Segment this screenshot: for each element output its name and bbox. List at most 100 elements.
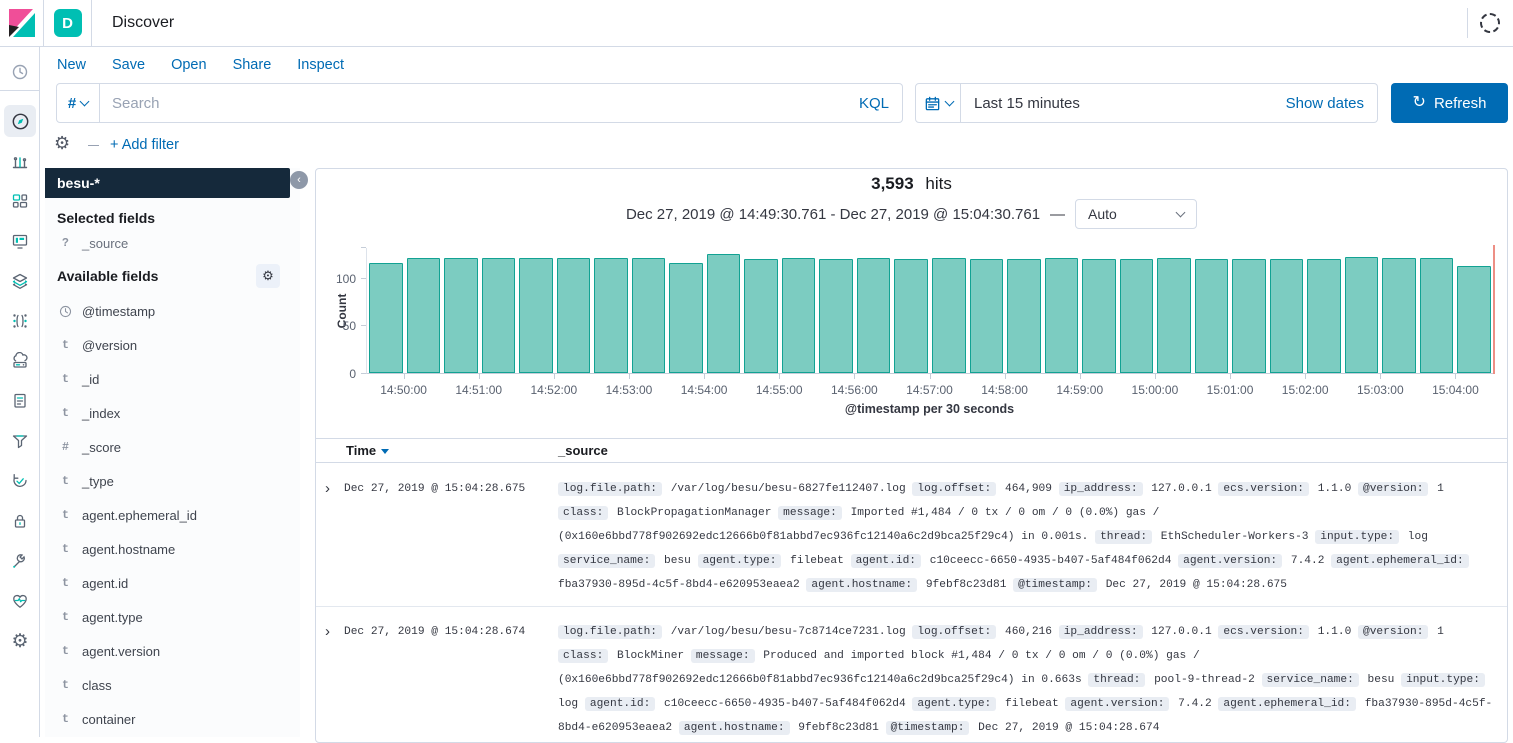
add-filter-button[interactable]: + Add filter <box>110 137 179 153</box>
field-item-container[interactable]: tcontainer <box>45 702 300 736</box>
kibana-logo[interactable] <box>0 0 44 46</box>
nav-devtools-icon[interactable] <box>0 545 40 577</box>
histogram-bar[interactable] <box>1118 248 1156 373</box>
histogram-bar[interactable] <box>1043 248 1081 373</box>
expand-row-icon[interactable]: › <box>325 477 344 597</box>
field-item-_type[interactable]: t_type <box>45 464 300 498</box>
menu-save[interactable]: Save <box>112 57 145 73</box>
field-item-_score[interactable]: #_score <box>45 430 300 464</box>
field-type-icon: # <box>58 441 73 454</box>
histogram-bar[interactable] <box>742 248 780 373</box>
collapse-sidebar-button[interactable]: ‹ <box>290 171 308 189</box>
x-tick-mark <box>629 374 630 379</box>
histogram-bar[interactable] <box>1268 248 1306 373</box>
histogram-bar[interactable] <box>1230 248 1268 373</box>
histogram-bar[interactable] <box>817 248 855 373</box>
field-item-agent.ephemeral_id[interactable]: tagent.ephemeral_id <box>45 498 300 532</box>
histogram-bar[interactable] <box>1380 248 1418 373</box>
histogram-bar[interactable] <box>892 248 930 373</box>
help-icon[interactable] <box>1480 13 1500 33</box>
histogram-bar[interactable] <box>1418 248 1456 373</box>
histogram-bar[interactable] <box>930 248 968 373</box>
discover-results-panel: 3,593 hits Dec 27, 2019 @ 14:49:30.761 -… <box>315 168 1508 743</box>
menu-open[interactable]: Open <box>171 57 206 73</box>
field-item-_id[interactable]: t_id <box>45 362 300 396</box>
time-range-picker[interactable]: Last 15 minutes Show dates <box>961 83 1378 123</box>
field-item-@version[interactable]: t@version <box>45 328 300 362</box>
filter-options-gear-icon[interactable]: ⚙ <box>54 133 70 154</box>
table-row[interactable]: ›Dec 27, 2019 @ 15:04:28.674log.file.pat… <box>316 607 1507 742</box>
field-item-agent.version[interactable]: tagent.version <box>45 634 300 668</box>
x-tick-label: 15:04:00 <box>1432 383 1479 397</box>
nav-monitoring-icon[interactable] <box>0 585 40 617</box>
index-pattern-selector[interactable]: besu-* <box>45 168 290 198</box>
menu-inspect[interactable]: Inspect <box>297 57 344 73</box>
field-type-icon: t <box>58 475 73 488</box>
available-fields-heading: Available fields <box>57 268 158 284</box>
interval-select[interactable]: Auto <box>1075 199 1197 229</box>
nav-dashboard-icon[interactable] <box>0 185 40 217</box>
refresh-button[interactable]: ↻ Refresh <box>1391 83 1508 123</box>
recent-icon[interactable] <box>0 56 40 88</box>
time-range-label[interactable]: Last 15 minutes <box>974 95 1080 112</box>
histogram-bar[interactable] <box>1155 248 1193 373</box>
query-filter-button[interactable]: # <box>56 83 100 123</box>
nav-logs-icon[interactable] <box>0 385 40 417</box>
field-item-agent.id[interactable]: tagent.id <box>45 566 300 600</box>
histogram-bar[interactable] <box>630 248 668 373</box>
histogram-bar[interactable] <box>780 248 818 373</box>
field-item-_index[interactable]: t_index <box>45 396 300 430</box>
nav-siem-icon[interactable] <box>0 505 40 537</box>
histogram-bar[interactable] <box>592 248 630 373</box>
nav-maps-icon[interactable] <box>0 265 40 297</box>
expand-row-icon[interactable]: › <box>325 620 344 740</box>
menu-share[interactable]: Share <box>233 57 272 73</box>
field-item-class[interactable]: tclass <box>45 668 300 702</box>
time-column-header[interactable]: Time <box>346 443 558 458</box>
histogram-bar[interactable] <box>367 248 405 373</box>
field-key-badge: class: <box>558 506 608 520</box>
histogram-bar[interactable] <box>442 248 480 373</box>
field-item-agent.type[interactable]: tagent.type <box>45 600 300 634</box>
sort-descending-icon[interactable] <box>381 449 389 454</box>
discover-app-badge[interactable]: D <box>54 9 82 37</box>
field-key-badge: @timestamp: <box>886 721 970 735</box>
nav-uptime-icon[interactable] <box>0 465 40 497</box>
x-axis: 14:50:0014:51:0014:52:0014:53:0014:54:00… <box>366 374 1493 402</box>
nav-visualize-icon[interactable] <box>0 145 40 177</box>
nav-ml-icon[interactable] <box>0 305 40 337</box>
histogram-bar[interactable] <box>555 248 593 373</box>
nav-canvas-icon[interactable] <box>0 225 40 257</box>
search-input[interactable] <box>100 95 846 112</box>
x-tick-label: 15:02:00 <box>1282 383 1329 397</box>
nav-discover-icon[interactable] <box>4 105 36 137</box>
histogram-bar[interactable] <box>517 248 555 373</box>
field-item-agent.hostname[interactable]: tagent.hostname <box>45 532 300 566</box>
field-item-_source[interactable]: ?_source <box>45 228 300 258</box>
menu-new[interactable]: New <box>57 57 86 73</box>
date-quick-select-button[interactable] <box>915 83 961 123</box>
histogram-bar[interactable] <box>968 248 1006 373</box>
histogram-bar[interactable] <box>1080 248 1118 373</box>
histogram-bar[interactable] <box>705 248 743 373</box>
field-settings-gear-icon[interactable]: ⚙ <box>256 264 280 288</box>
nav-management-icon[interactable]: ⚙ <box>0 625 40 657</box>
field-item-@timestamp[interactable]: @timestamp <box>45 294 300 328</box>
field-type-icon: t <box>58 339 73 352</box>
histogram-bar[interactable] <box>1005 248 1043 373</box>
histogram-bar[interactable] <box>480 248 518 373</box>
histogram-bar[interactable] <box>1343 248 1381 373</box>
histogram-bar[interactable] <box>855 248 893 373</box>
show-dates-button[interactable]: Show dates <box>1286 95 1364 112</box>
nav-infrastructure-icon[interactable] <box>0 345 40 377</box>
histogram-bar[interactable] <box>405 248 443 373</box>
x-tick-mark <box>704 374 705 379</box>
table-row[interactable]: ›Dec 27, 2019 @ 15:04:28.675log.file.pat… <box>316 464 1507 607</box>
histogram-bar[interactable] <box>1305 248 1343 373</box>
query-language-button[interactable]: KQL <box>846 95 902 112</box>
histogram-bar[interactable] <box>1455 248 1493 373</box>
histogram-bar[interactable] <box>1193 248 1231 373</box>
nav-apm-icon[interactable] <box>0 425 40 457</box>
field-key-badge: agent.id: <box>851 554 921 568</box>
histogram-bar[interactable] <box>667 248 705 373</box>
